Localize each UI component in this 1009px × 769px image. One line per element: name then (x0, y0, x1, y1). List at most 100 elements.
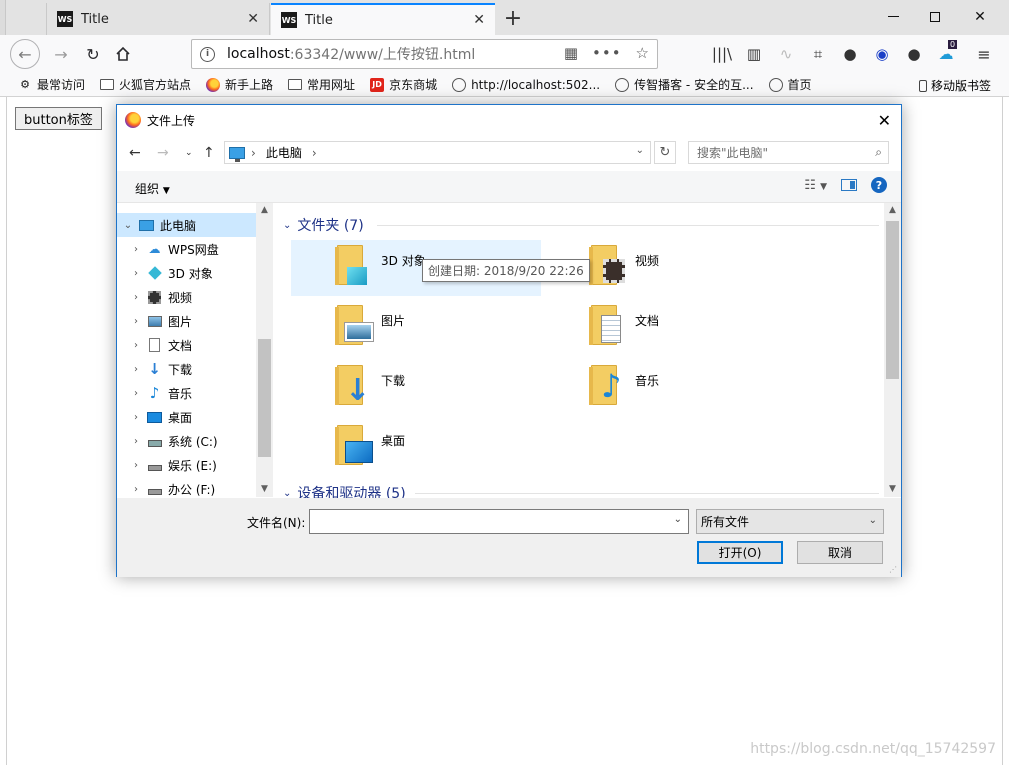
forward-button[interactable]: → (46, 39, 76, 69)
organize-menu[interactable]: 组织 ▼ (135, 180, 170, 197)
resize-grip-icon[interactable]: ⋰ (889, 565, 899, 575)
back-button[interactable]: ← (10, 39, 40, 69)
new-tab-button[interactable]: + (500, 4, 526, 32)
address-breadcrumb[interactable]: › 此电脑 › ⌄ (224, 141, 651, 164)
scroll-up-icon[interactable]: ▲ (884, 203, 901, 218)
nav-item-music[interactable]: › ♪ 音乐 (125, 381, 264, 405)
maximize-button[interactable] (912, 0, 958, 33)
browser-tab-1[interactable]: WS Title ✕ (46, 3, 270, 35)
up-arrow-icon[interactable]: ↑ (203, 145, 215, 161)
chevron-right-icon[interactable]: › (125, 316, 147, 327)
chevron-right-icon[interactable]: › (125, 412, 147, 423)
url-bar[interactable]: i localhost :63342/www/上传按钮.html ▦ ••• ☆ (191, 39, 658, 69)
preview-pane-icon[interactable] (841, 179, 857, 191)
mobile-bookmarks[interactable]: 移动版书签 (918, 77, 991, 94)
maximize-icon (930, 11, 940, 22)
chevron-right-icon[interactable]: › (125, 292, 147, 303)
chevron-right-icon[interactable]: › (125, 268, 147, 279)
help-icon[interactable]: ? (871, 177, 887, 193)
chevron-right-icon[interactable]: › (125, 484, 147, 495)
phone-icon (918, 79, 927, 92)
search-input[interactable]: 搜索"此电脑" ⌕ (688, 141, 889, 164)
nav-item-videos[interactable]: › 视频 (125, 285, 264, 309)
recent-locations-chevron-icon[interactable]: ⌄ (185, 148, 193, 158)
close-tab-icon[interactable]: ✕ (247, 11, 259, 27)
bookmark-item[interactable]: 火狐官方站点 (100, 76, 191, 93)
extension-1-icon[interactable]: ◉ (872, 44, 892, 64)
close-window-button[interactable]: ✕ (957, 0, 1003, 33)
address-row: ← → ⌄ ↑ › 此电脑 › ⌄ ↻ 搜索"此电脑" ⌕ (117, 135, 901, 171)
nav-pane-scrollbar[interactable]: ▲ ▼ (256, 203, 273, 497)
qr-code-icon[interactable]: ▦ (564, 44, 578, 62)
bookmark-item[interactable]: http://localhost:502... (452, 77, 600, 92)
chevron-down-icon[interactable]: ⌄ (283, 488, 291, 499)
nav-item-drive-e[interactable]: › 娱乐 (E:) (125, 453, 264, 477)
scroll-down-icon[interactable]: ▼ (256, 482, 273, 497)
chevron-down-icon[interactable]: ⌄ (674, 514, 682, 525)
nav-item-documents[interactable]: › 文档 (125, 333, 264, 357)
folder-music[interactable]: ♪ 音乐 (545, 360, 795, 416)
scroll-thumb[interactable] (258, 339, 271, 457)
dialog-close-icon[interactable]: ✕ (878, 111, 891, 130)
change-view-icon[interactable]: ☷ ▼ (804, 178, 827, 193)
refresh-button[interactable]: ↻ (654, 141, 676, 164)
folder-documents[interactable]: 文档 (545, 300, 795, 356)
bookmark-star-icon[interactable]: ☆ (636, 44, 649, 62)
browser-tab-2-active[interactable]: WS Title ✕ (271, 3, 495, 35)
chat-icon[interactable]: ● (840, 44, 860, 64)
nav-item-downloads[interactable]: › ↓ 下载 (125, 357, 264, 381)
watermark: https://blog.csdn.net/qq_15742597 (750, 741, 996, 757)
folder-pictures[interactable]: 图片 (291, 300, 541, 356)
bookmark-item[interactable]: ⚙ 最常访问 (18, 76, 85, 93)
page-actions-icon[interactable]: ••• (592, 44, 622, 62)
chevron-right-icon[interactable]: › (125, 364, 147, 375)
open-button[interactable]: 打开(O) (697, 541, 783, 564)
nav-item-pictures[interactable]: › 图片 (125, 309, 264, 333)
sync-icon[interactable]: ∿ (776, 44, 796, 64)
chevron-down-icon[interactable]: ⌄ (283, 220, 291, 231)
bookmark-item[interactable]: JD 京东商城 (370, 76, 437, 93)
filetype-select[interactable]: 所有文件 ⌄ (696, 509, 884, 534)
folder-desktop[interactable]: 桌面 (291, 420, 541, 476)
library-icon[interactable]: |||\ (712, 44, 732, 64)
nav-item-drive-c[interactable]: › 系统 (C:) (125, 429, 264, 453)
forward-arrow-icon[interactable]: → (157, 145, 169, 161)
breadcrumb-item[interactable]: 此电脑 (266, 144, 302, 161)
back-arrow-icon[interactable]: ← (129, 145, 141, 161)
bookmark-item[interactable]: 新手上路 (206, 76, 273, 93)
file-list-scrollbar[interactable]: ▲ ▼ (884, 203, 901, 497)
chevron-right-icon[interactable]: › (125, 388, 147, 399)
chevron-right-icon[interactable]: › (125, 436, 147, 447)
nav-item-this-pc[interactable]: ⌄ 此电脑 (117, 213, 256, 237)
folder-downloads[interactable]: ↓ 下载 (291, 360, 541, 416)
menu-hamburger-icon[interactable]: ≡ (974, 44, 994, 64)
upload-button[interactable]: button标签 (15, 107, 102, 130)
picture-icon (344, 322, 374, 342)
bookmark-item[interactable]: 常用网址 (288, 76, 355, 93)
nav-item-desktop[interactable]: › 桌面 (125, 405, 264, 429)
chevron-right-icon[interactable]: › (125, 244, 147, 255)
bookmark-item[interactable]: 首页 (768, 76, 812, 93)
chevron-right-icon[interactable]: › (125, 460, 147, 471)
group-header-folders[interactable]: ⌄ 文件夹 (7) (283, 213, 364, 237)
nav-item-wps[interactable]: › ☁ WPS网盘 (125, 237, 264, 261)
close-tab-icon[interactable]: ✕ (473, 12, 485, 28)
bookmark-item[interactable]: 传智播客 - 安全的互... (615, 76, 754, 93)
minimize-button[interactable] (870, 0, 916, 33)
chevron-down-icon[interactable]: ⌄ (117, 220, 139, 231)
chevron-right-icon[interactable]: › (125, 340, 147, 351)
cancel-button[interactable]: 取消 (797, 541, 883, 564)
chevron-down-icon[interactable]: ⌄ (636, 145, 644, 156)
scroll-up-icon[interactable]: ▲ (256, 203, 273, 218)
screenshot-icon[interactable]: ⌗ (808, 44, 828, 64)
sidebar-icon[interactable]: ▥ (744, 44, 764, 64)
home-button[interactable] (108, 39, 138, 69)
filename-input[interactable]: ⌄ (309, 509, 689, 534)
reload-button[interactable]: ↻ (78, 39, 108, 69)
cube-icon (147, 266, 162, 280)
site-info-icon[interactable]: i (200, 46, 215, 62)
scroll-thumb[interactable] (886, 221, 899, 379)
nav-item-3d-objects[interactable]: › 3D 对象 (125, 261, 264, 285)
extension-2-icon[interactable]: ● (904, 44, 924, 64)
scroll-down-icon[interactable]: ▼ (884, 482, 901, 497)
